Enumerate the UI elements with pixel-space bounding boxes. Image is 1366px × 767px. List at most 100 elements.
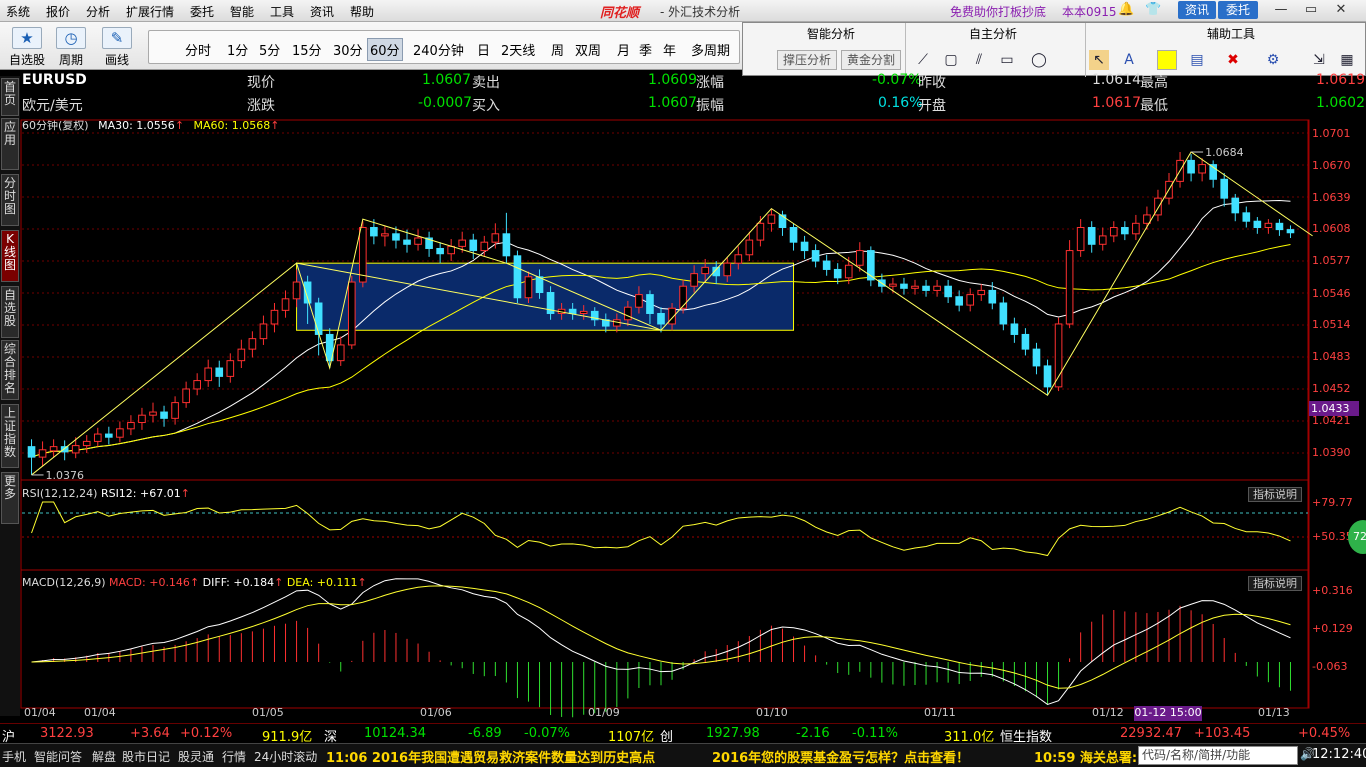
- menu-trade[interactable]: 委托: [190, 3, 214, 20]
- dash-draw-icon[interactable]: ▭: [997, 50, 1017, 70]
- period-week[interactable]: 周: [551, 40, 564, 59]
- candle-up: [1065, 250, 1074, 325]
- tab-kline[interactable]: K线图: [1, 230, 19, 282]
- news-ticker[interactable]: 11:06 2016年我国遭遇贸易救济案件数量达到历史高点: [326, 747, 655, 766]
- bottom-qa[interactable]: 智能问答: [34, 748, 82, 765]
- macd-indicator-help-button[interactable]: 指标说明: [1248, 576, 1302, 591]
- save-icon[interactable]: ▦: [1337, 50, 1357, 70]
- period-1m[interactable]: 1分: [227, 40, 248, 59]
- candle-down: [535, 276, 544, 294]
- menu-news[interactable]: 资讯: [310, 3, 334, 20]
- tab-ranking[interactable]: 综合排名: [1, 340, 19, 400]
- text-icon[interactable]: A: [1119, 50, 1139, 70]
- search-input[interactable]: 代码/名称/简拼/功能: [1138, 746, 1298, 765]
- maximize-icon[interactable]: ▭: [1300, 2, 1322, 18]
- news-button[interactable]: 资讯: [1178, 1, 1216, 19]
- period-month[interactable]: 月: [617, 40, 630, 59]
- candle-down: [944, 285, 952, 298]
- price-tick: 1.0701: [1312, 127, 1351, 140]
- tab-sh-index[interactable]: 上证指数: [1, 404, 19, 468]
- bottom-diary[interactable]: 股市日记: [122, 748, 170, 765]
- gear-icon[interactable]: ⚙: [1263, 50, 1283, 70]
- period-quarter[interactable]: 季: [639, 40, 652, 59]
- period-multi[interactable]: 多周期: [691, 40, 730, 59]
- shirt-icon[interactable]: 👕: [1145, 2, 1161, 18]
- close-icon[interactable]: ✕: [1330, 2, 1352, 18]
- bottom-stock-link[interactable]: 股灵通: [178, 748, 214, 765]
- menu-quote[interactable]: 报价: [46, 3, 70, 20]
- rect-draw-icon[interactable]: ▢: [941, 50, 961, 70]
- color-swatch[interactable]: [1157, 50, 1177, 70]
- value-high: 1.0619: [1316, 72, 1365, 88]
- sh-percent: +0.12%: [180, 726, 233, 741]
- bell-icon[interactable]: 🔔: [1118, 2, 1134, 18]
- kline-chart[interactable]: 1.0684 1.0376: [20, 116, 1366, 722]
- trade-button[interactable]: 委托: [1218, 1, 1258, 19]
- period-tool[interactable]: ◷ 周期: [50, 25, 92, 69]
- bottom-mobile[interactable]: 手机: [2, 748, 26, 765]
- watchlist-tool[interactable]: ★ 自选股: [6, 25, 48, 69]
- period-day[interactable]: 日: [477, 40, 490, 59]
- section-aux-tools[interactable]: 辅助工具: [1207, 25, 1255, 42]
- bottom-24h[interactable]: 24小时滚动: [254, 748, 317, 765]
- line-draw-icon[interactable]: ⟋: [913, 50, 933, 70]
- bottom-commentary[interactable]: 解盘: [92, 748, 116, 765]
- bottom-market[interactable]: 行情: [222, 748, 246, 765]
- section-smart-analysis[interactable]: 智能分析: [807, 25, 855, 42]
- candle-up: [889, 283, 897, 287]
- macd-legend: MACD(12,26,9) MACD: +0.146↑ DIFF: +0.184…: [22, 576, 367, 589]
- menu-help[interactable]: 帮助: [350, 3, 374, 20]
- menu-tools[interactable]: 工具: [270, 3, 294, 20]
- tab-apps[interactable]: 应用: [1, 118, 19, 170]
- golden-section-button[interactable]: 黄金分割: [841, 50, 901, 70]
- rsi-name: RSI(12,12,24): [22, 487, 98, 500]
- news-ticker-2[interactable]: 10:59 海关总署:: [1034, 747, 1137, 766]
- rsi-indicator-help-button[interactable]: 指标说明: [1248, 487, 1302, 502]
- line-style-icon[interactable]: ▤: [1187, 50, 1207, 70]
- sh-value: 3122.93: [40, 726, 94, 741]
- promo-ticker[interactable]: 2016年您的股票基金盈亏怎样？点击查看！: [712, 747, 969, 766]
- candle-up: [226, 360, 235, 377]
- period-year[interactable]: 年: [663, 40, 676, 59]
- promo-link[interactable]: 免费助你打板抄底: [950, 3, 1046, 20]
- candle-down: [303, 281, 312, 304]
- candle-up: [911, 285, 919, 289]
- tab-watchlist[interactable]: 自选股: [1, 286, 19, 338]
- parallel-draw-icon[interactable]: ⫽: [969, 50, 989, 70]
- period-2week[interactable]: 双周: [575, 40, 601, 59]
- menu-system[interactable]: 系统: [6, 3, 30, 20]
- symbol: EURUSD: [22, 72, 87, 88]
- period-2day[interactable]: 2天线: [501, 40, 535, 59]
- ellipse-draw-icon[interactable]: ◯: [1029, 50, 1049, 70]
- export-icon[interactable]: ⇲: [1309, 50, 1329, 70]
- tab-home[interactable]: 首页: [1, 78, 19, 116]
- tab-timeshare[interactable]: 分时图: [1, 174, 19, 226]
- period-240m[interactable]: 240分钟: [413, 40, 464, 59]
- candle-down: [1121, 227, 1129, 235]
- cursor-icon[interactable]: ↖: [1089, 50, 1109, 70]
- menu-analysis[interactable]: 分析: [86, 3, 110, 20]
- time-tick: 01/04: [84, 706, 116, 719]
- draw-tool[interactable]: ✎ 画线: [96, 25, 138, 69]
- period-tick[interactable]: 分时: [185, 40, 211, 59]
- tab-more[interactable]: 更多: [1, 472, 19, 524]
- minimize-icon[interactable]: —: [1270, 2, 1292, 18]
- period-30m[interactable]: 30分: [333, 40, 363, 59]
- period-15m[interactable]: 15分: [292, 40, 322, 59]
- support-resistance-button[interactable]: 撑压分析: [777, 50, 837, 70]
- clock: 12:12:40: [1312, 747, 1366, 762]
- arrow-up-icon: ↑: [357, 576, 367, 589]
- menu-extended[interactable]: 扩展行情: [126, 3, 174, 20]
- period-60m[interactable]: 60分: [367, 38, 403, 61]
- period-5m[interactable]: 5分: [259, 40, 280, 59]
- section-self-analysis[interactable]: 自主分析: [969, 25, 1017, 42]
- price-tick: 1.0546: [1312, 287, 1351, 300]
- delete-icon[interactable]: ✖: [1223, 50, 1243, 70]
- time-tick: 01/10: [756, 706, 788, 719]
- candle-down: [27, 446, 36, 458]
- candle-up: [82, 440, 91, 447]
- candle-down: [1032, 348, 1041, 367]
- candle-up: [204, 367, 213, 382]
- version-label[interactable]: 本本0915: [1062, 3, 1117, 20]
- menu-smart[interactable]: 智能: [230, 3, 254, 20]
